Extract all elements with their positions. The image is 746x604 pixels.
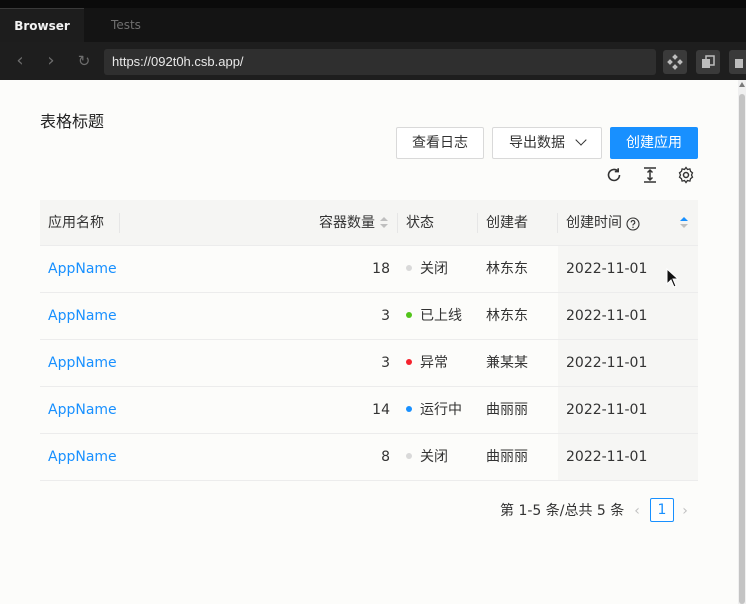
container-count: 3 xyxy=(381,355,390,371)
table-row: AppName 3 已上线 林东东 2022-11-01 xyxy=(40,293,698,340)
status-dot xyxy=(406,453,412,459)
status-dot xyxy=(406,312,412,318)
export-data-button[interactable]: 导出数据 xyxy=(492,127,602,159)
creator: 林东东 xyxy=(486,261,528,277)
created-date: 2022-11-01 xyxy=(566,402,648,418)
table-header: 应用名称 容器数量 状态 创建者 创建时间 xyxy=(40,200,698,246)
status-cell: 已上线 xyxy=(406,293,462,339)
status-text: 异常 xyxy=(420,355,448,371)
app-name-link[interactable]: AppName xyxy=(48,340,117,386)
status-text: 运行中 xyxy=(420,402,462,418)
column-header-status: 状态 xyxy=(406,215,434,231)
page-item-1[interactable]: 1 xyxy=(650,498,674,522)
header-divider xyxy=(477,213,478,233)
reload-icon[interactable]: ↻ xyxy=(73,50,95,72)
table-row: AppName 8 关闭 曲丽丽 2022-11-01 xyxy=(40,434,698,481)
header-divider xyxy=(397,213,398,233)
export-label: 导出数据 xyxy=(509,135,565,151)
chevron-down-icon xyxy=(575,134,587,146)
table-row: AppName 14 运行中 曲丽丽 2022-11-01 xyxy=(40,387,698,434)
app-name-link[interactable]: AppName xyxy=(48,293,117,339)
status-dot xyxy=(406,265,412,271)
header-divider xyxy=(119,213,120,233)
status-text: 关闭 xyxy=(420,261,448,277)
status-cell: 关闭 xyxy=(406,246,448,292)
creator: 曲丽丽 xyxy=(486,402,528,418)
container-count: 14 xyxy=(372,402,390,418)
status-cell: 关闭 xyxy=(406,434,448,480)
tab-browser[interactable]: Browser xyxy=(0,8,84,42)
tab-tests[interactable]: Tests xyxy=(86,8,166,42)
sort-icon[interactable] xyxy=(380,217,388,229)
header-divider xyxy=(557,213,558,233)
table-row: AppName 3 异常 兼某某 2022-11-01 xyxy=(40,340,698,387)
url-input[interactable]: https://092t0h.csb.app/ xyxy=(104,49,656,75)
copy-window-icon[interactable] xyxy=(696,50,720,74)
view-log-button[interactable]: 查看日志 xyxy=(396,127,484,159)
apps-table: 应用名称 容器数量 状态 创建者 创建时间 AppName 18 关闭 林东东 2022… xyxy=(40,200,698,481)
container-count: 8 xyxy=(381,449,390,465)
column-height-icon[interactable] xyxy=(641,166,659,184)
question-circle-icon[interactable] xyxy=(626,216,640,231)
creator: 林东东 xyxy=(486,308,528,324)
table-body: AppName 18 关闭 林东东 2022-11-01 AppName 3 已上线 林东东 20… xyxy=(40,246,698,481)
created-label: 创建时间 xyxy=(566,215,622,231)
status-dot xyxy=(406,406,412,412)
scrollbar-thumb[interactable] xyxy=(739,94,745,604)
app-name-link[interactable]: AppName xyxy=(48,246,117,292)
container-count: 3 xyxy=(381,308,390,324)
pagination-total: 第 1-5 条/总共 5 条 xyxy=(500,503,625,519)
new-window-icon[interactable] xyxy=(729,50,746,74)
mouse-cursor-icon xyxy=(666,268,680,288)
status-text: 已上线 xyxy=(420,308,462,324)
back-icon[interactable]: ‹ xyxy=(9,50,31,72)
sort-icon-active[interactable] xyxy=(680,217,688,229)
status-text: 关闭 xyxy=(420,449,448,465)
column-header-name: 应用名称 xyxy=(48,215,104,231)
table-row: AppName 18 关闭 林东东 2022-11-01 xyxy=(40,246,698,293)
settings-icon[interactable] xyxy=(677,166,695,184)
page-title: 表格标题 xyxy=(40,112,105,131)
refresh-icon[interactable] xyxy=(605,166,623,184)
next-page-icon[interactable]: › xyxy=(680,504,690,518)
app-name-link[interactable]: AppName xyxy=(48,434,117,480)
created-date: 2022-11-01 xyxy=(566,355,648,371)
scroll-up-icon[interactable] xyxy=(739,82,745,87)
page-content: 表格标题 查看日志 导出数据 创建应用 应用名称 容器数量 状态 创建者 创建时… xyxy=(0,80,738,604)
creator: 曲丽丽 xyxy=(486,449,528,465)
browser-tab-bar: Browser Tests xyxy=(0,8,746,42)
created-date: 2022-11-01 xyxy=(566,449,648,465)
status-cell: 运行中 xyxy=(406,387,462,433)
create-app-button[interactable]: 创建应用 xyxy=(610,127,698,159)
page-scrollbar[interactable] xyxy=(738,80,746,604)
created-date: 2022-11-01 xyxy=(566,261,648,277)
prev-page-icon[interactable]: ‹ xyxy=(632,504,642,518)
column-header-creator: 创建者 xyxy=(486,215,528,231)
creator: 兼某某 xyxy=(486,355,528,371)
created-date: 2022-11-01 xyxy=(566,308,648,324)
container-count: 18 xyxy=(372,261,390,277)
status-dot xyxy=(406,359,412,365)
column-header-count[interactable]: 容器数量 xyxy=(319,200,375,246)
window-top-strip xyxy=(0,0,746,8)
column-header-created[interactable]: 创建时间 xyxy=(566,200,622,246)
app-name-link[interactable]: AppName xyxy=(48,387,117,433)
devtools-icon[interactable] xyxy=(663,50,687,74)
status-cell: 异常 xyxy=(406,340,448,386)
browser-toolbar: ‹ › ↻ https://092t0h.csb.app/ xyxy=(0,42,746,80)
forward-icon[interactable]: › xyxy=(40,50,62,72)
